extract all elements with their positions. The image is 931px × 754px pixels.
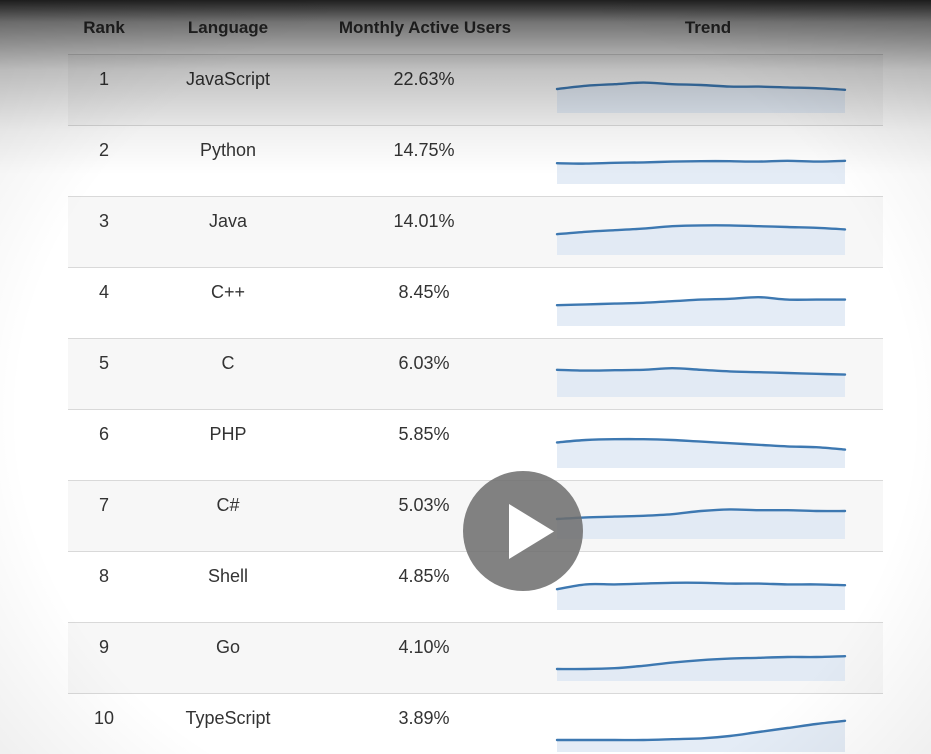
header-rank: Rank	[83, 18, 125, 37]
trend-sparkline	[555, 159, 847, 184]
monthly-active-users-cell: 22.63%	[393, 69, 455, 89]
header-monthly-active-users: Monthly Active Users	[338, 18, 512, 37]
monthly-active-users-cell: 14.75%	[393, 140, 455, 160]
trend-sparkline	[555, 508, 847, 539]
language-cell: Go	[215, 637, 241, 657]
trend-sparkline	[555, 295, 847, 326]
rank-cell: 9	[98, 637, 110, 657]
language-cell: C#	[216, 495, 240, 515]
table-row: 10 TypeScript 3.89%	[68, 694, 883, 754]
language-cell: JavaScript	[185, 69, 271, 89]
trend-area	[557, 509, 845, 539]
trend-sparkline	[555, 655, 847, 681]
trend-sparkline	[555, 437, 847, 468]
table-row: 3 Java 14.01%	[68, 197, 883, 268]
rank-cell: 4	[98, 282, 110, 302]
rank-cell: 7	[98, 495, 110, 515]
language-ranking-table: Rank Language Monthly Active Users Trend…	[68, 0, 883, 754]
play-icon	[509, 504, 554, 559]
language-cell: C	[221, 353, 235, 373]
table-row: 9 Go 4.10%	[68, 623, 883, 694]
header-trend: Trend	[684, 18, 732, 37]
table-header: Rank Language Monthly Active Users Trend	[68, 0, 883, 55]
trend-sparkline	[555, 367, 847, 397]
rank-cell: 5	[98, 353, 110, 373]
rank-cell: 10	[93, 708, 115, 728]
trend-sparkline	[555, 581, 847, 610]
table-row: 4 C++ 8.45%	[68, 268, 883, 339]
monthly-active-users-cell: 8.45%	[398, 282, 450, 302]
language-cell: Shell	[207, 566, 249, 586]
rank-cell: 8	[98, 566, 110, 586]
monthly-active-users-cell: 5.03%	[398, 495, 450, 515]
trend-sparkline	[555, 81, 847, 113]
play-button[interactable]	[463, 471, 583, 591]
trend-sparkline	[555, 719, 847, 752]
trend-sparkline	[555, 224, 847, 255]
monthly-active-users-cell: 4.10%	[398, 637, 450, 657]
table-row: 1 JavaScript 22.63%	[68, 55, 883, 126]
language-cell: PHP	[209, 424, 247, 444]
rank-cell: 1	[98, 69, 110, 89]
trend-area	[557, 297, 845, 326]
video-frame: Rank Language Monthly Active Users Trend…	[0, 0, 931, 754]
monthly-active-users-cell: 6.03%	[398, 353, 450, 373]
table-row: 2 Python 14.75%	[68, 126, 883, 197]
trend-area	[557, 439, 845, 468]
rank-cell: 2	[98, 140, 110, 160]
table-row: 5 C 6.03%	[68, 339, 883, 410]
header-language: Language	[187, 18, 269, 37]
language-cell: Java	[208, 211, 248, 231]
rank-cell: 3	[98, 211, 110, 231]
rank-cell: 6	[98, 424, 110, 444]
language-cell: TypeScript	[185, 708, 271, 728]
trend-area	[557, 582, 845, 610]
language-cell: Python	[199, 140, 257, 160]
monthly-active-users-cell: 3.89%	[398, 708, 450, 728]
monthly-active-users-cell: 5.85%	[398, 424, 450, 444]
monthly-active-users-cell: 14.01%	[393, 211, 455, 231]
language-cell: C++	[210, 282, 246, 302]
monthly-active-users-cell: 4.85%	[398, 566, 450, 586]
table-body: 1 JavaScript 22.63% 2 Python 14.75% 3 Java 14.01…	[68, 55, 883, 754]
